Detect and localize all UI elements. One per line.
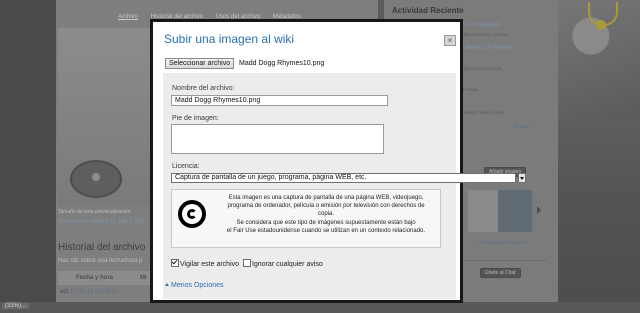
license-line-2: programa de ordenador, película o emisió… bbox=[227, 203, 425, 210]
filename-input[interactable]: Madd Dogg Rhymes10.png bbox=[171, 95, 388, 106]
less-options-label[interactable]: Menos Opciones bbox=[171, 282, 224, 289]
caption-textarea[interactable] bbox=[171, 124, 384, 154]
history-hint: Haz clic sobre una fecha/hora p bbox=[58, 258, 143, 264]
watch-file-checkbox[interactable] bbox=[171, 259, 179, 267]
activity-item-1-sub: Bilbos hace 51 minutos bbox=[462, 32, 509, 37]
upload-image-dialog: Subir una imagen al wiki × Seleccionar a… bbox=[150, 19, 526, 303]
license-line-3: copia. bbox=[317, 211, 334, 218]
file-chooser-row: Seleccionar archivo Madd Dogg Rhymes10.p… bbox=[165, 58, 324, 69]
browser-status-text: (33%)... bbox=[2, 303, 30, 309]
activity-item-2-sub: Bilbos hace 2 horas bbox=[462, 66, 502, 71]
row-date-link[interactable]: 17:00 12 oct 2012 bbox=[70, 289, 118, 295]
browser-status-bar bbox=[0, 302, 640, 313]
history-heading: Historial del archivo bbox=[58, 242, 146, 253]
history-table-header: Fecha y hora Mi bbox=[58, 271, 150, 285]
ver-mas-link[interactable]: Ver más > bbox=[512, 124, 532, 129]
copyright-icon bbox=[178, 200, 206, 228]
gallery-thumbnails bbox=[468, 190, 532, 232]
choose-file-button[interactable]: Seleccionar archivo bbox=[165, 58, 235, 69]
tab-archivo[interactable]: Archivo bbox=[118, 14, 138, 20]
original-resolution-link[interactable]: Resolución original (1,366 × 768 bbox=[58, 219, 144, 225]
collapse-arrow-icon bbox=[165, 283, 169, 286]
background-left-strip bbox=[0, 0, 56, 313]
file-preview-image bbox=[58, 28, 150, 206]
license-line-4: Se considera que este tipo de imágenes s… bbox=[236, 219, 416, 226]
chevron-down-icon[interactable] bbox=[518, 173, 526, 183]
history-table-row: act 17:00 12 oct 2012 bbox=[58, 285, 150, 299]
activity-item-1[interactable]: del Tio Gâpolas bbox=[459, 22, 501, 28]
activity-item-3-sub: 3 horas bbox=[462, 87, 478, 92]
upload-options-row: Vigilar este archivo Ignorar cualquier a… bbox=[171, 259, 323, 268]
activity-item-4-sub: edadd4 hace 4 horas bbox=[462, 110, 505, 115]
col-fecha: Fecha y hora bbox=[76, 275, 114, 281]
license-line-1: Esta imagen es una captura de pantalla d… bbox=[228, 195, 424, 201]
license-line-5: el Fair Use estadounidense cuando se uti… bbox=[226, 227, 426, 234]
col-mi: Mi bbox=[140, 275, 147, 281]
license-description-box: Esta imagen es una captura de pantalla d… bbox=[171, 189, 441, 248]
chosen-file-name: Madd Dogg Rhymes10.png bbox=[239, 60, 325, 67]
gallery-next-arrow[interactable] bbox=[537, 206, 541, 214]
recent-activity-title: Actividad Reciente bbox=[392, 6, 464, 15]
license-selected-value[interactable]: Captura de pantalla de un juego, program… bbox=[171, 173, 516, 183]
thumb-caption: Tamaño de esta previsualización bbox=[58, 209, 131, 215]
ignore-warnings-label[interactable]: Ignorar cualquier aviso bbox=[252, 261, 323, 268]
copyright-icon-c bbox=[187, 209, 197, 219]
filename-label: Nombre del archivo: bbox=[172, 85, 235, 92]
rail-divider bbox=[456, 260, 546, 261]
license-label: Licencia: bbox=[172, 163, 200, 170]
preview-radar bbox=[70, 160, 122, 198]
less-options-link[interactable]: Menos Opciones bbox=[165, 282, 224, 289]
ignore-warnings-checkbox[interactable] bbox=[242, 259, 251, 267]
upload-form-panel: Nombre del archivo: Madd Dogg Rhymes10.p… bbox=[163, 73, 526, 299]
row-actual: act bbox=[60, 289, 69, 295]
license-select[interactable]: Captura de pantalla de un juego, program… bbox=[171, 173, 526, 183]
watch-file-label[interactable]: Vigilar este archivo bbox=[180, 261, 239, 268]
close-icon[interactable]: × bbox=[444, 35, 456, 46]
activity-item-2[interactable]: : Liberty City Twenty bbox=[459, 45, 513, 51]
license-description-text: Esta imagen es una captura de pantalla d… bbox=[214, 194, 438, 235]
view-all-images-link[interactable]: Ver todas las imágenes > bbox=[478, 240, 529, 245]
join-chat-button[interactable]: Únete al Chat bbox=[480, 268, 521, 278]
skin-pendant bbox=[596, 20, 606, 30]
caption-label: Pie de imagen: bbox=[172, 115, 219, 122]
dialog-title: Subir una imagen al wiki bbox=[164, 32, 295, 46]
background-skin-artwork bbox=[558, 0, 640, 313]
